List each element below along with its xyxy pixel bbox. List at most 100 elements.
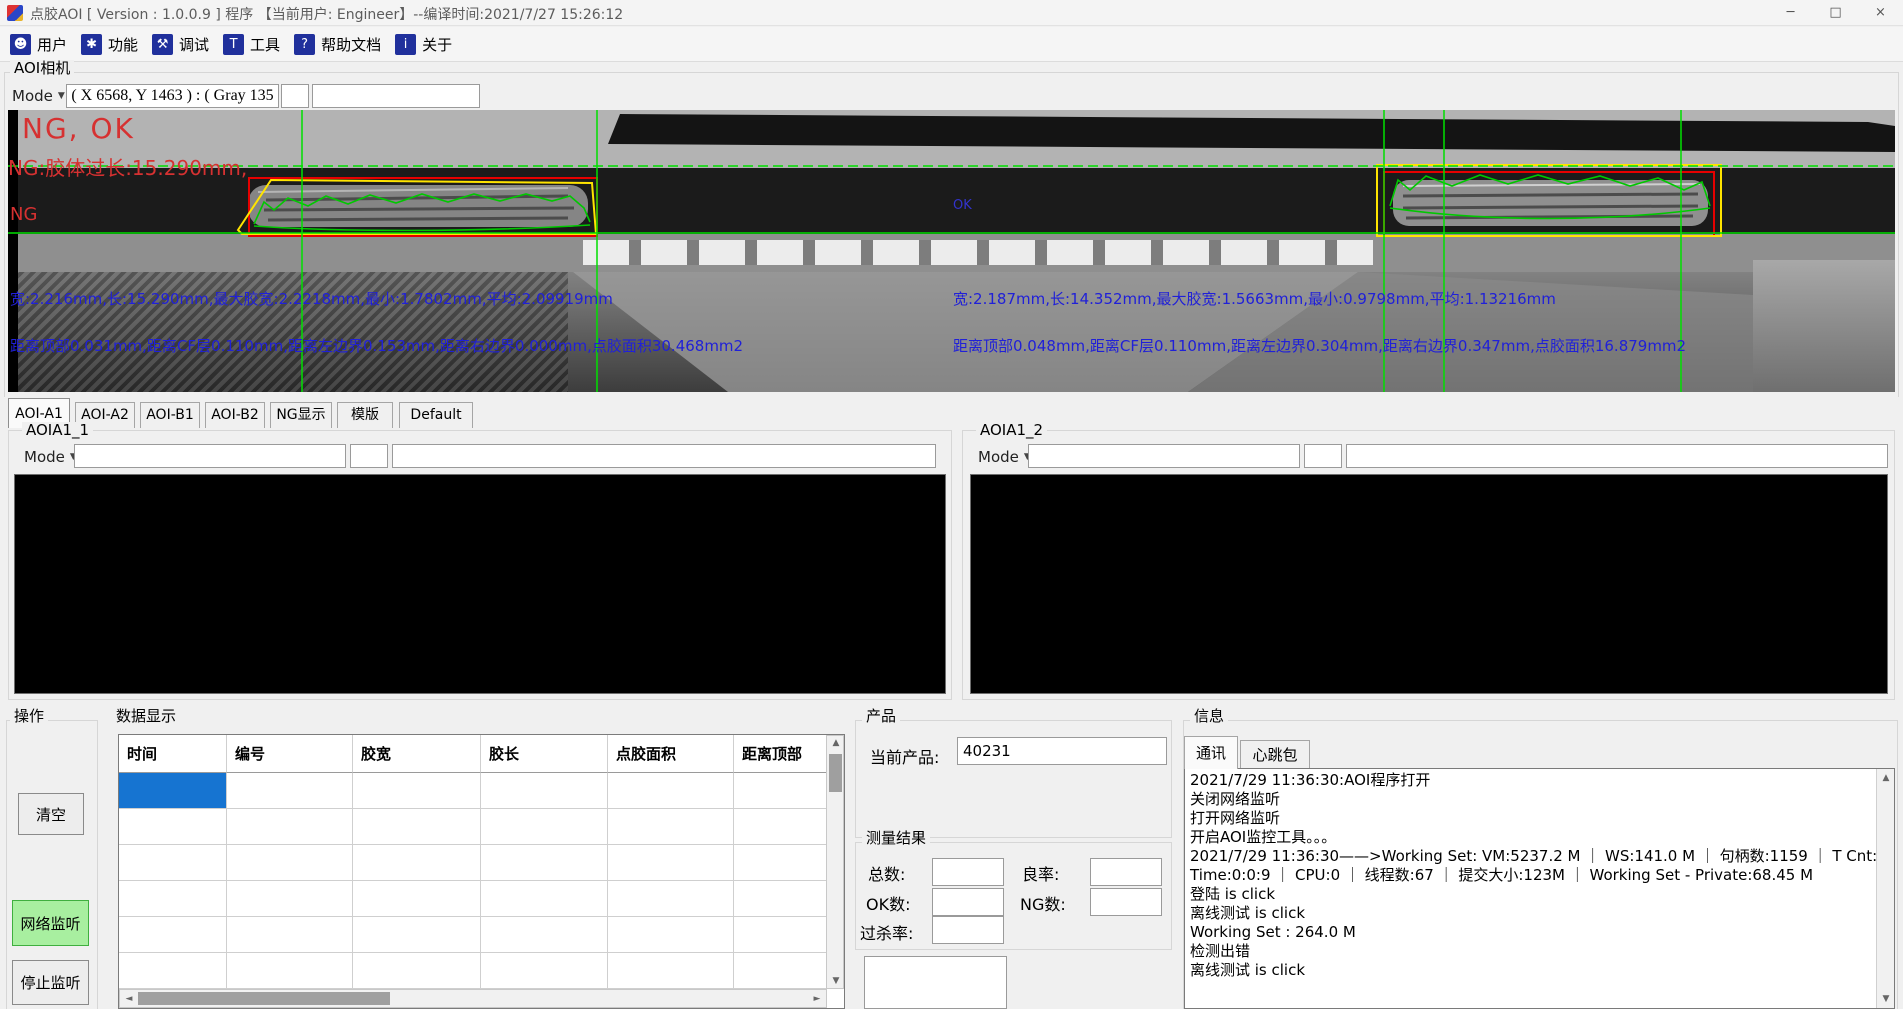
- log-line: 离线测试 is click: [1190, 904, 1889, 923]
- log-line: 关闭网络监听: [1190, 790, 1889, 809]
- log-line: Time:0:0:9 ｜ CPU:0 ｜ 线程数:67 ｜ 提交大小:123M …: [1190, 866, 1889, 885]
- titlebar: 点胶AOI [ Version : 1.0.0.9 ] 程序 【当前用户: En…: [0, 0, 1903, 26]
- panel-left-image-canvas[interactable]: [14, 474, 946, 694]
- scroll-up-icon[interactable]: ▲: [1877, 773, 1895, 783]
- scroll-up-icon[interactable]: ▲: [827, 738, 845, 748]
- menu-item-user[interactable]: ☻ 用户: [8, 29, 79, 59]
- table-row[interactable]: [119, 881, 827, 917]
- hscroll-thumb[interactable]: [138, 992, 390, 1005]
- log-line: 检测出错: [1190, 942, 1889, 961]
- log-line: 开启AOI监控工具。。。: [1190, 828, 1889, 847]
- debug-hammer-icon: ⚒: [152, 34, 173, 55]
- camera-field-wide[interactable]: [312, 84, 480, 108]
- current-product-field[interactable]: 40231: [957, 737, 1167, 765]
- tab-default[interactable]: Default: [399, 402, 473, 428]
- product-group-label: 产品: [862, 708, 900, 725]
- camera-group-label: AOI相机: [10, 60, 74, 77]
- log-line: 2021/7/29 11:36:30——>Working Set: VM:523…: [1190, 847, 1889, 866]
- overlay-ng-label: NG: [10, 204, 37, 225]
- menu-item-help[interactable]: ? 帮助文档: [292, 29, 393, 59]
- scroll-right-icon[interactable]: ►: [810, 994, 824, 1004]
- camera-image[interactable]: NG, OK NG:胶体过长:15.290mm, NG OK 宽:2.216mm…: [8, 110, 1895, 392]
- overlay-result-text: NG, OK: [22, 112, 135, 145]
- chevron-down-icon: ▼: [58, 91, 65, 101]
- close-button[interactable]: ×: [1858, 0, 1903, 26]
- communication-log[interactable]: 2021/7/29 11:36:30:AOI程序打开关闭网络监听打开网络监听开启…: [1184, 768, 1895, 1009]
- overlay-ng-reason: NG:胶体过长:15.290mm,: [8, 152, 247, 181]
- menu-item-function[interactable]: ✱ 功能: [79, 29, 150, 59]
- panel-right-field1[interactable]: [1028, 444, 1300, 468]
- tools-icon: T: [223, 34, 244, 55]
- data-table: 时间 编号 胶宽 胶长 点胶面积 距离顶部: [118, 734, 845, 1009]
- log-vscrollbar[interactable]: ▲ ▼: [1876, 769, 1894, 1008]
- camera-mode-dropdown[interactable]: Mode ▼: [12, 85, 65, 107]
- panel-right-image-canvas[interactable]: [970, 474, 1888, 694]
- overlay-ok-label: OK: [953, 198, 972, 213]
- yield-rate-field[interactable]: [1090, 858, 1162, 886]
- log-line: 2021/7/29 11:36:30:AOI程序打开: [1190, 771, 1889, 790]
- tab-ng-display[interactable]: NG显示: [270, 402, 332, 428]
- data-display-label: 数据显示: [112, 708, 180, 725]
- camera-coordinates-display: ( X 6568, Y 1463 ) : ( Gray 135 ): [66, 84, 279, 108]
- column-header-time[interactable]: 时间: [119, 735, 227, 773]
- scroll-down-icon[interactable]: ▼: [1877, 994, 1895, 1004]
- table-row[interactable]: [119, 917, 827, 953]
- overlay-left-stats-line1: 宽:2.216mm,长:15.290mm,最大胶宽:2.2218mm,最小:1.…: [10, 288, 613, 309]
- app-icon: [7, 5, 23, 21]
- menu-item-debug[interactable]: ⚒ 调试: [150, 29, 221, 59]
- tab-heartbeat[interactable]: 心跳包: [1240, 740, 1310, 769]
- column-header-glue-area[interactable]: 点胶面积: [608, 735, 734, 773]
- clear-button[interactable]: 清空: [18, 793, 84, 835]
- tab-aoi-b1[interactable]: AOI-B1: [140, 402, 200, 428]
- total-count-field[interactable]: [932, 858, 1004, 886]
- user-icon: ☻: [10, 34, 31, 55]
- tab-aoi-b2[interactable]: AOI-B2: [205, 402, 265, 428]
- panel-left-field1[interactable]: [74, 444, 346, 468]
- column-header-distance-top[interactable]: 距离顶部: [734, 735, 827, 773]
- panel-left-field3[interactable]: [392, 444, 936, 468]
- network-listen-button[interactable]: 网络监听: [12, 900, 89, 946]
- camera-field-small[interactable]: [281, 84, 309, 108]
- total-count-label: 总数:: [868, 861, 905, 885]
- help-icon: ?: [294, 34, 315, 55]
- menu-item-about[interactable]: i 关于: [393, 29, 464, 59]
- table-row[interactable]: [119, 809, 827, 845]
- vscroll-thumb[interactable]: [829, 754, 842, 792]
- panel-left-mode-dropdown[interactable]: Mode ▼: [24, 446, 77, 468]
- menu-item-tools[interactable]: T 工具: [221, 29, 292, 59]
- overkill-rate-field[interactable]: [932, 916, 1004, 944]
- maximize-button[interactable]: □: [1813, 0, 1858, 26]
- tab-template[interactable]: 模版: [337, 402, 393, 428]
- ok-count-field[interactable]: [932, 888, 1004, 916]
- panel-left-field2[interactable]: [350, 444, 388, 468]
- column-header-glue-width[interactable]: 胶宽: [353, 735, 481, 773]
- table-hscrollbar[interactable]: ◄ ►: [119, 989, 827, 1008]
- ng-count-field[interactable]: [1090, 888, 1162, 916]
- table-row[interactable]: [119, 845, 827, 881]
- panel-right-field3[interactable]: [1346, 444, 1888, 468]
- results-group-label: 测量结果: [862, 830, 930, 847]
- table-header-row: 时间 编号 胶宽 胶长 点胶面积 距离顶部: [119, 735, 827, 773]
- results-list-box[interactable]: [864, 956, 1007, 1009]
- column-header-id[interactable]: 编号: [227, 735, 353, 773]
- log-line: 登陆 is click: [1190, 885, 1889, 904]
- overlay-left-stats-line2: 距离顶部0.031mm,距离CF层0.110mm,距离左边界0.153mm,距离…: [10, 335, 743, 356]
- table-row[interactable]: [119, 953, 827, 989]
- stop-listen-button[interactable]: 停止监听: [12, 960, 89, 1005]
- panel-right-mode-dropdown[interactable]: Mode ▼: [978, 446, 1031, 468]
- scroll-down-icon[interactable]: ▼: [827, 976, 845, 986]
- minimize-button[interactable]: ─: [1768, 0, 1813, 26]
- column-header-glue-length[interactable]: 胶长: [481, 735, 608, 773]
- ng-count-label: NG数:: [1020, 891, 1066, 915]
- panel-right-field2[interactable]: [1304, 444, 1342, 468]
- menubar: ☻ 用户 ✱ 功能 ⚒ 调试 T 工具 ? 帮助文档 i 关于: [0, 27, 1903, 62]
- tab-communication[interactable]: 通讯: [1184, 736, 1238, 769]
- table-vscrollbar[interactable]: ▲ ▼: [826, 735, 844, 989]
- overkill-rate-label: 过杀率:: [860, 920, 913, 944]
- window-title: 点胶AOI [ Version : 1.0.0.9 ] 程序 【当前用户: En…: [30, 4, 623, 24]
- selected-cell[interactable]: [119, 773, 227, 809]
- log-line: Working Set : 264.0 M: [1190, 923, 1889, 942]
- table-row[interactable]: [119, 773, 827, 809]
- scroll-left-icon[interactable]: ◄: [122, 994, 136, 1004]
- overlay-right-stats-line2: 距离顶部0.048mm,距离CF层0.110mm,距离左边界0.304mm,距离…: [953, 335, 1686, 356]
